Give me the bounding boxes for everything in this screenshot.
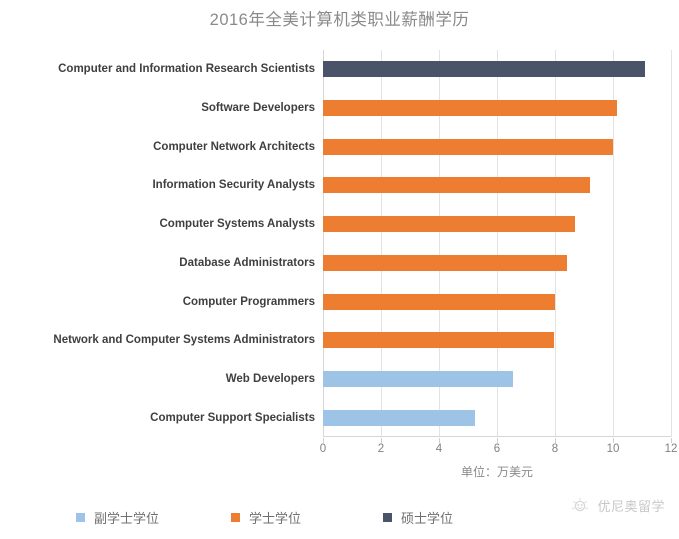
legend-label: 硕士学位 [401,511,454,526]
x-tick-label: 10 [606,443,620,455]
legend-label: 学士学位 [249,511,302,526]
bar[interactable] [323,409,476,426]
bar-row [323,127,671,166]
bar[interactable] [323,370,513,387]
legend-item[interactable]: 硕士学位 [383,508,453,527]
bar[interactable] [323,138,613,155]
x-tick-label: 4 [435,443,443,455]
bar[interactable] [323,61,645,78]
legend-swatch [76,513,85,522]
category-label: Network and Computer Systems Administrat… [53,334,315,347]
category-label: Computer Systems Analysts [159,218,315,231]
bar-row [323,166,671,205]
category-label: Information Security Analysts [152,179,315,192]
category-label: Software Developers [201,102,315,115]
watermark-text: 优尼奥留学 [597,498,665,514]
category-label: Database Administrators [179,256,315,269]
bar-row [323,205,671,244]
bar-row [323,282,671,321]
bar-row [323,398,671,437]
x-axis-unit-label: 单位：万美元 [460,465,533,479]
category-label: Web Developers [225,372,315,385]
bar[interactable] [323,293,555,310]
category-label: Computer Support Specialists [150,411,315,424]
x-tick-label: 2 [377,443,385,455]
chart-title: 2016年全美计算机类职业薪酬学历 [209,11,470,29]
watermark: 优尼奥留学 [569,494,665,516]
bar-row [323,89,671,128]
legend-label: 副学士学位 [94,511,160,526]
category-label: Computer Programmers [182,295,315,308]
gridline [671,50,672,437]
bar[interactable] [323,254,567,271]
bar-row [323,50,671,89]
legend-swatch [231,513,241,522]
salary-education-bar-chart: 2016年全美计算机类职业薪酬学历 Computer and Informati… [0,0,679,539]
legend-swatch [383,513,393,522]
bar-row [323,360,671,399]
category-label: Computer Network Architects [153,140,315,153]
bar-row [323,321,671,360]
category-label: Computer and Information Research Scient… [58,63,315,76]
bar[interactable] [323,100,618,117]
bar[interactable] [323,177,590,194]
chart-legend: 副学士学位 学士学位 硕士学位 [0,508,500,527]
x-tick-label: 12 [664,443,678,455]
legend-item[interactable]: 副学士学位 [76,508,159,527]
x-tick-label: 8 [551,443,559,455]
bar[interactable] [323,216,576,233]
plot-area [323,50,672,437]
bar-row [323,244,671,283]
x-axis-ticks: 0 2 4 6 8 10 12 [319,438,677,456]
sun-sparkle-logo-icon [569,494,591,516]
category-axis-labels: Computer and Information Research Scient… [0,50,323,437]
bar[interactable] [323,332,554,349]
legend-item[interactable]: 学士学位 [231,508,301,527]
x-tick-label: 0 [319,443,327,455]
x-tick-label: 6 [493,443,501,455]
